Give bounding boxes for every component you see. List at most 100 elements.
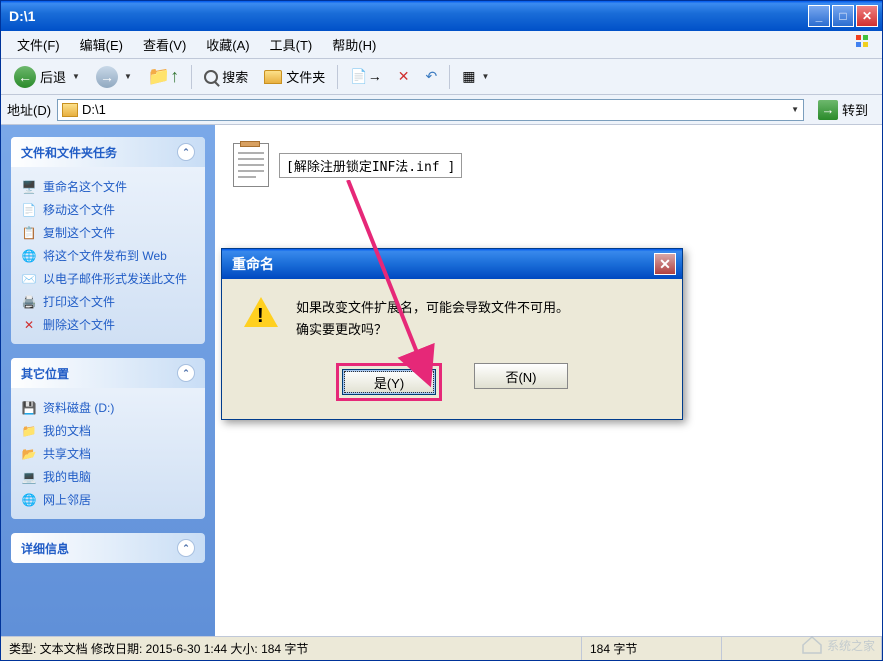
inf-file-icon — [233, 143, 269, 187]
dialog-titlebar: 重命名 ✕ — [222, 249, 682, 279]
task-label: 重命名这个文件 — [43, 178, 127, 195]
print-icon: 🖨️ — [21, 294, 37, 310]
chevron-down-icon: ▼ — [124, 72, 132, 81]
task-copy[interactable]: 📋 复制这个文件 — [21, 221, 195, 244]
details-panel-header[interactable]: 详细信息 ⌃ — [11, 533, 205, 563]
chevron-down-icon[interactable]: ▼ — [791, 105, 799, 114]
place-label: 资料磁盘 (D:) — [43, 399, 114, 416]
go-button[interactable]: → 转到 — [810, 98, 876, 122]
task-label: 将这个文件发布到 Web — [43, 247, 167, 264]
dialog-close-button[interactable]: ✕ — [654, 253, 676, 275]
menu-help[interactable]: 帮助(H) — [324, 31, 384, 58]
file-name[interactable]: [解除注册锁定INF法.inf ] — [279, 153, 462, 178]
places-panel-title: 其它位置 — [21, 365, 69, 382]
place-label: 我的电脑 — [43, 468, 91, 485]
menubar: 文件(F) 编辑(E) 查看(V) 收藏(A) 工具(T) 帮助(H) — [1, 31, 882, 59]
file-item[interactable]: [解除注册锁定INF法.inf ] — [233, 143, 864, 187]
forward-icon: → — [96, 66, 118, 88]
tasks-panel-body: 🖥️重命名这个文件 📄移动这个文件 📋复制这个文件 🌐将这个文件发布到 Web … — [11, 167, 205, 344]
place-label: 网上邻居 — [43, 491, 91, 508]
menu-file[interactable]: 文件(F) — [9, 31, 68, 58]
go-label: 转到 — [842, 100, 868, 119]
toolbar: ← 后退 ▼ → ▼ 📁↑ 搜索 文件夹 📄→ ✕ ↶ ▦ ▼ — [1, 59, 882, 95]
place-label: 共享文档 — [43, 445, 91, 462]
collapse-icon[interactable]: ⌃ — [177, 539, 195, 557]
task-rename[interactable]: 🖥️重命名这个文件 — [21, 175, 195, 198]
collapse-icon[interactable]: ⌃ — [177, 143, 195, 161]
views-icon: ▦ — [462, 68, 475, 85]
tasks-panel-header[interactable]: 文件和文件夹任务 ⌃ — [11, 137, 205, 167]
delete-button[interactable]: ✕ — [391, 64, 417, 89]
collapse-icon[interactable]: ⌃ — [177, 364, 195, 382]
dialog-body: 如果改变文件扩展名，可能会导致文件不可用。 确实要更改吗？ — [222, 279, 682, 363]
separator — [191, 65, 192, 89]
dialog-line1: 如果改变文件扩展名，可能会导致文件不可用。 — [296, 297, 569, 319]
chevron-down-icon: ▼ — [481, 72, 489, 81]
up-folder-icon: 📁↑ — [148, 66, 179, 87]
address-label: 地址(D) — [7, 100, 51, 119]
place-network[interactable]: 🌐 网上邻居 — [21, 488, 195, 511]
status-size: 184 字节 — [582, 637, 722, 660]
forward-button[interactable]: → ▼ — [89, 62, 139, 92]
undo-button[interactable]: ↶ — [418, 64, 444, 89]
task-label: 删除这个文件 — [43, 316, 115, 333]
status-bar: 类型: 文本文档 修改日期: 2015-6-30 1:44 大小: 184 字节… — [1, 636, 882, 660]
tasks-panel: 文件和文件夹任务 ⌃ 🖥️重命名这个文件 📄 移动这个文件 📋 复制这个文件 🌐 将这… — [11, 137, 205, 344]
minimize-button[interactable]: _ — [808, 5, 830, 27]
place-drive[interactable]: 💾资料磁盘 (D:) — [21, 396, 195, 419]
globe-icon: 🌐 — [21, 248, 37, 264]
status-info: 类型: 文本文档 修改日期: 2015-6-30 1:44 大小: 184 字节 — [1, 637, 582, 660]
menu-tools[interactable]: 工具(T) — [262, 31, 321, 58]
details-panel-title: 详细信息 — [21, 540, 69, 557]
place-my-computer[interactable]: 💻 我的电脑 — [21, 465, 195, 488]
tasks-panel-title: 文件和文件夹任务 — [21, 144, 117, 161]
sidebar: 文件和文件夹任务 ⌃ 🖥️重命名这个文件 📄 移动这个文件 📋 复制这个文件 🌐 将这… — [1, 125, 215, 636]
places-panel-header[interactable]: 其它位置 ⌃ — [11, 358, 205, 388]
no-button[interactable]: 否(N) — [474, 363, 568, 389]
network-icon: 🌐 — [21, 492, 37, 508]
task-move[interactable]: 📄 移动这个文件 — [21, 198, 195, 221]
yes-button[interactable]: 是(Y) — [342, 369, 436, 395]
address-input[interactable]: D:\1 ▼ — [57, 99, 804, 121]
window-controls: _ □ ✕ — [808, 5, 878, 27]
shared-folder-icon: 📂 — [21, 446, 37, 462]
task-print[interactable]: 🖨️打印这个文件 — [21, 290, 195, 313]
move-icon: 📄 — [21, 202, 37, 218]
task-delete[interactable]: ✕ 删除这个文件 — [21, 313, 195, 336]
task-label: 移动这个文件 — [43, 201, 115, 218]
copy-icon: 📋 — [21, 225, 37, 241]
back-button[interactable]: ← 后退 ▼ — [7, 62, 87, 92]
undo-icon: ↶ — [425, 68, 437, 85]
status-zone — [722, 637, 882, 660]
computer-icon: 💻 — [21, 469, 37, 485]
task-label: 以电子邮件形式发送此文件 — [43, 270, 187, 287]
delete-icon: ✕ — [21, 317, 37, 333]
close-button[interactable]: ✕ — [856, 5, 878, 27]
dialog-message: 如果改变文件扩展名，可能会导致文件不可用。 确实要更改吗？ — [296, 297, 569, 341]
menu-favorites[interactable]: 收藏(A) — [198, 31, 257, 58]
up-button[interactable]: 📁↑ — [141, 62, 186, 91]
place-label: 我的文档 — [43, 422, 91, 439]
views-button[interactable]: ▦ ▼ — [455, 64, 496, 89]
warning-icon — [244, 297, 278, 331]
place-shared-documents[interactable]: 📂 共享文档 — [21, 442, 195, 465]
menu-edit[interactable]: 编辑(E) — [72, 31, 131, 58]
folder-icon — [264, 70, 282, 84]
folder-icon — [62, 103, 78, 117]
folders-button[interactable]: 文件夹 — [257, 63, 332, 90]
search-button[interactable]: 搜索 — [197, 63, 255, 90]
task-publish[interactable]: 🌐 将这个文件发布到 Web — [21, 244, 195, 267]
move-to-icon: 📄→ — [350, 68, 381, 85]
move-to-button[interactable]: 📄→ — [343, 64, 388, 89]
dialog-buttons: 是(Y) 否(N) — [222, 363, 682, 419]
rename-dialog: 重命名 ✕ 如果改变文件扩展名，可能会导致文件不可用。 确实要更改吗？ 是(Y)… — [221, 248, 683, 420]
chevron-down-icon: ▼ — [72, 72, 80, 81]
menu-view[interactable]: 查看(V) — [135, 31, 194, 58]
details-panel: 详细信息 ⌃ — [11, 533, 205, 563]
places-panel: 其它位置 ⌃ 💾资料磁盘 (D:) 📁我的文档 📂 共享文档 💻 我的电脑 🌐 网上邻… — [11, 358, 205, 519]
task-label: 复制这个文件 — [43, 224, 115, 241]
place-my-documents[interactable]: 📁我的文档 — [21, 419, 195, 442]
task-email[interactable]: ✉️以电子邮件形式发送此文件 — [21, 267, 195, 290]
maximize-button[interactable]: □ — [832, 5, 854, 27]
search-icon — [204, 70, 218, 84]
